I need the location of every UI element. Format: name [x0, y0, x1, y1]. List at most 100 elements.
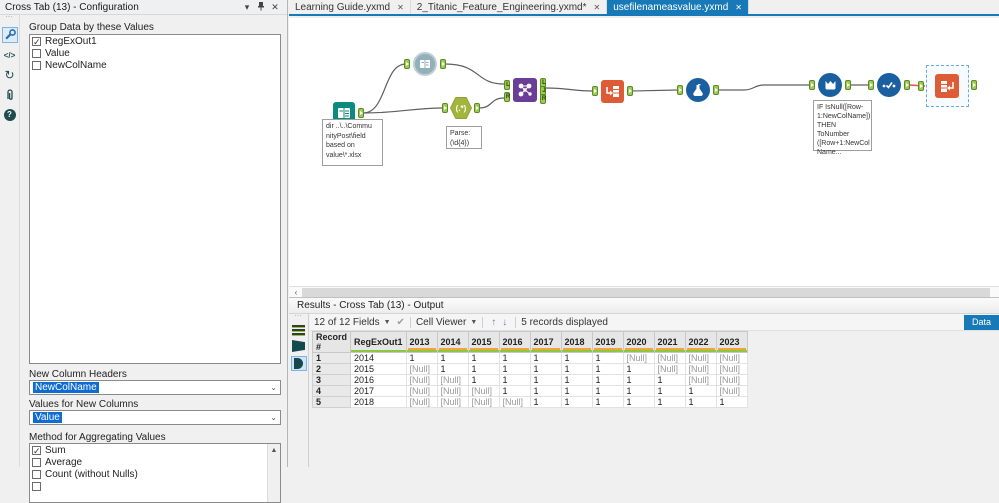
table-cell[interactable]: 3	[313, 375, 351, 386]
table-config-icon[interactable]	[292, 325, 305, 336]
input-anchor[interactable]	[677, 85, 683, 95]
column-header[interactable]: Record #	[313, 332, 351, 353]
tab-close-icon[interactable]: ✕	[397, 3, 404, 12]
table-cell[interactable]: 1	[561, 364, 592, 375]
table-cell[interactable]: 4	[313, 386, 351, 397]
table-cell[interactable]: 2016	[351, 375, 407, 386]
checkbox[interactable]	[32, 470, 41, 479]
fields-summary[interactable]: 12 of 12 Fields	[314, 317, 380, 328]
table-cell[interactable]: 1	[468, 375, 499, 386]
checkbox-item[interactable]: Average	[30, 456, 280, 468]
table-cell[interactable]: 1	[468, 353, 499, 364]
panel-menu-icon[interactable]: ▾	[240, 1, 254, 13]
table-cell[interactable]: 1	[499, 353, 530, 364]
checkbox-item[interactable]: ✓Sum	[30, 444, 280, 456]
checkbox[interactable]	[32, 49, 41, 58]
table-cell[interactable]: [Null]	[468, 397, 499, 408]
column-header[interactable]: 2021	[654, 332, 685, 353]
input-anchor[interactable]	[918, 81, 924, 91]
join-input-right-anchor[interactable]: R	[504, 92, 510, 102]
table-cell[interactable]: [Null]	[623, 353, 654, 364]
table-cell[interactable]: 1	[623, 375, 654, 386]
table-cell[interactable]: [Null]	[716, 375, 747, 386]
output-anchor[interactable]	[627, 86, 633, 96]
table-cell[interactable]: 1	[561, 353, 592, 364]
output-anchor[interactable]	[358, 108, 364, 118]
table-cell[interactable]: 1	[592, 397, 623, 408]
help-tab-icon[interactable]: ?	[2, 107, 18, 123]
column-header[interactable]: 2014	[437, 332, 468, 353]
input-anchor[interactable]	[868, 80, 874, 90]
input-anchor[interactable]	[404, 59, 410, 69]
directory-annotation[interactable]: dir ..\..\Commu nityPost\field based on …	[322, 119, 383, 166]
multi-row-formula-annotation[interactable]: IF IsNull([Row- 1:NewColName]) THEN ToNu…	[813, 100, 872, 151]
table-cell[interactable]: [Null]	[406, 386, 437, 397]
table-cell[interactable]: [Null]	[437, 397, 468, 408]
attachment-tab-icon[interactable]	[2, 87, 18, 103]
checkbox-item[interactable]: Count (without Nulls)	[30, 468, 280, 480]
cell-viewer-dropdown[interactable]: Cell Viewer	[416, 317, 466, 328]
workflow-canvas[interactable]: dir ..\..\Commu nityPost\field based on …	[289, 18, 999, 286]
input-anchor-icon[interactable]	[292, 340, 305, 352]
arrow-down-icon[interactable]: ↓	[502, 317, 507, 328]
apply-check-icon[interactable]: ✔	[397, 317, 405, 328]
checkbox-item[interactable]	[30, 480, 280, 492]
arrow-up-icon[interactable]: ↑	[491, 317, 496, 328]
table-cell[interactable]: 1	[530, 353, 561, 364]
table-cell[interactable]: 1	[313, 353, 351, 364]
table-cell[interactable]: 1	[530, 375, 561, 386]
output-anchor[interactable]	[971, 80, 977, 90]
select-tool[interactable]	[877, 73, 901, 97]
pin-icon[interactable]	[254, 1, 268, 13]
table-cell[interactable]: 1	[654, 375, 685, 386]
column-header[interactable]: 2016	[499, 332, 530, 353]
transpose-tool[interactable]	[601, 80, 624, 103]
scroll-up-icon[interactable]: ▲	[268, 444, 280, 457]
table-cell[interactable]: 2017	[351, 386, 407, 397]
table-cell[interactable]: 2014	[351, 353, 407, 364]
table-cell[interactable]: [Null]	[406, 375, 437, 386]
tab-close-icon[interactable]: ✕	[594, 3, 601, 12]
table-cell[interactable]: 1	[561, 386, 592, 397]
output-anchor[interactable]	[713, 85, 719, 95]
table-cell[interactable]: 1	[654, 397, 685, 408]
table-cell[interactable]: 1	[499, 364, 530, 375]
table-cell[interactable]: [Null]	[468, 386, 499, 397]
table-cell[interactable]: 1	[468, 364, 499, 375]
join-tool[interactable]: L R L J R	[513, 78, 537, 102]
table-cell[interactable]: 1	[592, 364, 623, 375]
join-output-right-anchor[interactable]: R	[540, 94, 546, 104]
close-icon[interactable]: ✕	[268, 1, 282, 13]
checkbox-item[interactable]: NewColName	[30, 59, 280, 71]
table-cell[interactable]: 1	[623, 386, 654, 397]
table-cell[interactable]: [Null]	[437, 375, 468, 386]
output-anchor[interactable]	[845, 80, 851, 90]
table-cell[interactable]: 1	[561, 375, 592, 386]
output-anchor[interactable]	[440, 59, 446, 69]
document-tab[interactable]: 2_Titanic_Feature_Engineering.yxmd*✕	[411, 0, 607, 14]
output-anchor[interactable]	[904, 80, 910, 90]
input-anchor[interactable]	[809, 80, 815, 90]
table-cell[interactable]: 1	[685, 397, 716, 408]
table-cell[interactable]: 1	[716, 397, 747, 408]
workflow-tab-icon[interactable]: ↻	[2, 67, 18, 83]
table-cell[interactable]: [Null]	[654, 364, 685, 375]
new-column-headers-dropdown[interactable]: NewColName ⌄	[29, 380, 281, 395]
regex-tool[interactable]: (.*)	[450, 97, 472, 119]
column-header[interactable]: 2020	[623, 332, 654, 353]
table-cell[interactable]: 1	[592, 386, 623, 397]
table-cell[interactable]: [Null]	[716, 353, 747, 364]
column-header[interactable]: 2017	[530, 332, 561, 353]
table-cell[interactable]: 5	[313, 397, 351, 408]
table-cell[interactable]: 1	[592, 353, 623, 364]
formula-tool[interactable]	[686, 78, 710, 102]
values-for-new-columns-dropdown[interactable]: Value ⌄	[29, 410, 281, 425]
chevron-down-icon[interactable]: ▼	[470, 319, 477, 326]
table-cell[interactable]: [Null]	[437, 386, 468, 397]
checkbox[interactable]	[32, 482, 41, 491]
group-data-listbox[interactable]: ✓RegExOut1ValueNewColName	[29, 34, 281, 364]
input-anchor[interactable]	[592, 86, 598, 96]
column-header[interactable]: 2018	[561, 332, 592, 353]
table-cell[interactable]: [Null]	[654, 353, 685, 364]
table-cell[interactable]: [Null]	[499, 397, 530, 408]
